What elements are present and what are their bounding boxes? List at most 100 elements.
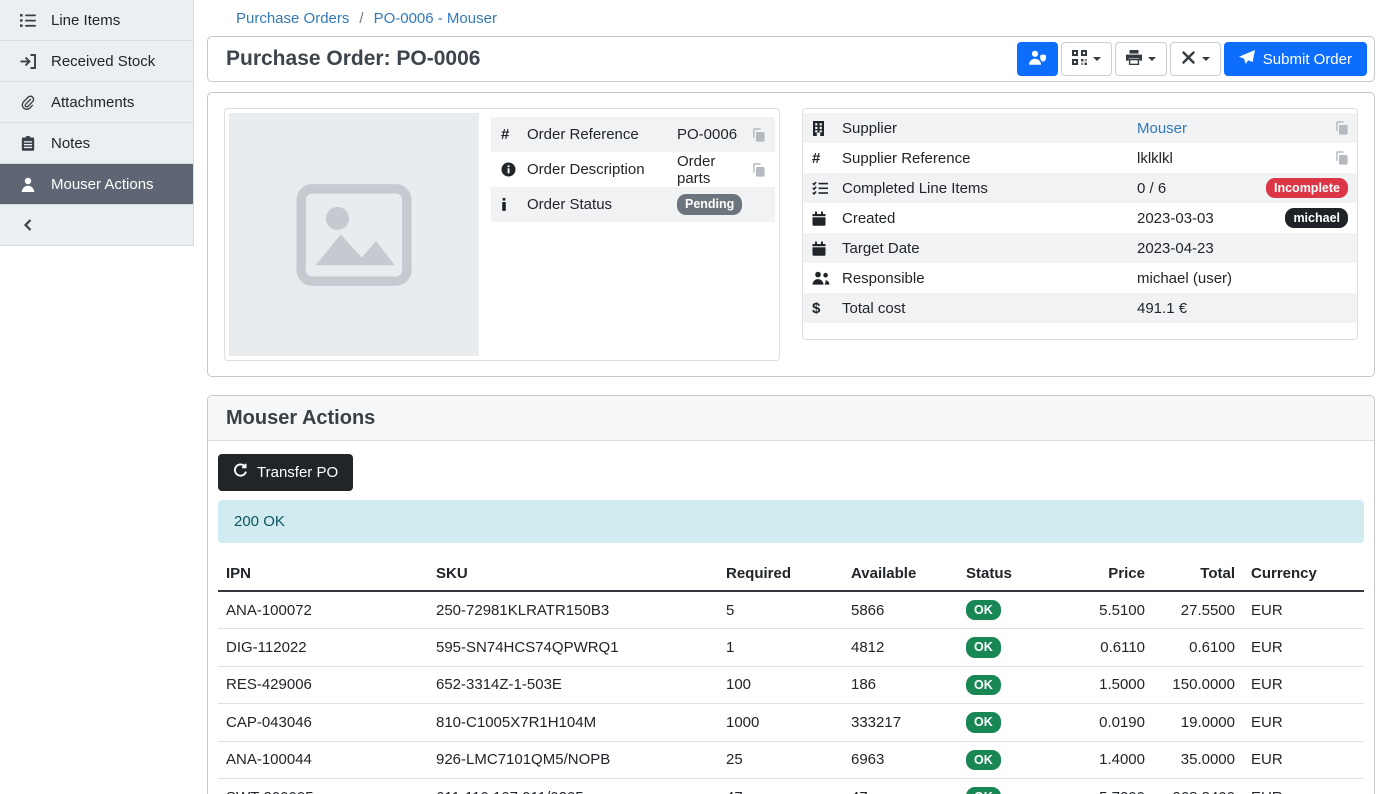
detail-label: Order Reference	[527, 126, 677, 143]
cell-sku: 810-C1005X7R1H104M	[428, 704, 718, 741]
page-title: Purchase Order: PO-0006	[226, 47, 1017, 71]
detail-row-target-date: Target Date 2023-04-23	[803, 233, 1357, 263]
cell-price: 0.6110	[1073, 629, 1153, 666]
panel-title: Mouser Actions	[226, 407, 375, 430]
column-header-available: Available	[843, 557, 958, 591]
printer-icon	[1126, 50, 1142, 69]
detail-label: Supplier Reference	[842, 150, 1137, 167]
calendar-icon	[812, 241, 833, 256]
caret-down-icon	[1202, 57, 1210, 61]
panel-body: Transfer PO 200 OK IPN SKU Required Avai…	[208, 441, 1374, 794]
detail-label: Created	[842, 210, 1137, 227]
breadcrumb-link-current-order[interactable]: PO-0006 - Mouser	[374, 10, 497, 27]
order-summary-card: # Order Reference PO-0006 Order Descript…	[224, 108, 780, 361]
ok-badge: OK	[966, 712, 1001, 732]
sidebar-item-line-items[interactable]: Line Items	[0, 0, 194, 41]
copy-button[interactable]	[1335, 151, 1348, 165]
cell-price: 1.4000	[1073, 741, 1153, 778]
users-icon	[812, 271, 833, 285]
list-icon	[19, 13, 37, 28]
sidebar-item-label: Attachments	[51, 94, 134, 111]
submit-order-button[interactable]: Submit Order	[1224, 42, 1367, 76]
chevron-left-icon	[19, 218, 37, 232]
cell-required: 47	[718, 778, 843, 794]
order-actions-dropdown[interactable]	[1170, 42, 1221, 76]
copy-button[interactable]	[752, 128, 765, 142]
detail-row-responsible: Responsible michael (user)	[803, 263, 1357, 293]
sidebar-item-attachments[interactable]: Attachments	[0, 82, 194, 123]
supplier-link[interactable]: Mouser	[1137, 120, 1187, 137]
user-shield-icon	[1028, 50, 1047, 69]
page-header-panel: Purchase Order: PO-0006	[207, 36, 1375, 82]
cell-total: 268.8400	[1153, 778, 1243, 794]
clipboard-icon	[19, 136, 37, 151]
order-image-placeholder[interactable]	[229, 113, 479, 356]
detail-label: Total cost	[842, 300, 1137, 317]
detail-value: michael (user)	[1137, 270, 1348, 287]
breadcrumb-separator: /	[359, 10, 363, 27]
main-content: Purchase Orders / PO-0006 - Mouser Purch…	[194, 0, 1383, 794]
sidebar-item-label: Notes	[51, 135, 90, 152]
cell-total: 35.0000	[1153, 741, 1243, 778]
table-header-row: IPN SKU Required Available Status Price …	[218, 557, 1364, 591]
sidebar-item-notes[interactable]: Notes	[0, 123, 194, 164]
cell-total: 27.5500	[1153, 591, 1243, 629]
calendar-icon	[812, 211, 833, 226]
detail-row-total-cost: $ Total cost 491.1 €	[803, 293, 1357, 323]
status-alert: 200 OK	[218, 500, 1364, 543]
breadcrumb-link-purchase-orders[interactable]: Purchase Orders	[236, 10, 349, 27]
detail-value: 2023-04-23	[1137, 240, 1348, 257]
barcode-actions-dropdown[interactable]	[1061, 42, 1112, 76]
info-circle-icon	[501, 162, 527, 177]
cell-total: 19.0000	[1153, 704, 1243, 741]
detail-value: 0 / 6	[1137, 180, 1266, 197]
sidebar-item-label: Received Stock	[51, 53, 155, 70]
caret-down-icon	[1148, 57, 1156, 61]
cell-ipn: SWT-200005	[218, 778, 428, 794]
sidebar-item-label: Line Items	[51, 12, 120, 29]
paperclip-icon	[19, 95, 37, 110]
sidebar-item-received-stock[interactable]: Received Stock	[0, 41, 194, 82]
sidebar-item-mouser-actions[interactable]: Mouser Actions	[0, 164, 194, 205]
cell-sku: 595-SN74HCS74QPWRQ1	[428, 629, 718, 666]
building-icon	[812, 121, 833, 136]
detail-row-order-description: Order Description Order parts	[491, 152, 775, 187]
cell-price: 0.0190	[1073, 704, 1153, 741]
sidebar: Line Items Received Stock Attachments No…	[0, 0, 194, 246]
copy-button[interactable]	[752, 163, 765, 177]
user-shield-button[interactable]	[1017, 42, 1058, 76]
detail-value: PO-0006	[677, 126, 752, 143]
detail-row-completed-line-items: Completed Line Items 0 / 6 Incomplete	[803, 173, 1357, 203]
sidebar-collapse-button[interactable]	[0, 205, 194, 246]
table-row: RES-429006 652-3314Z-1-503E 100 186 OK 1…	[218, 666, 1364, 703]
hash-icon: #	[812, 150, 833, 167]
detail-value: Pending	[677, 194, 765, 214]
hash-icon: #	[501, 126, 527, 143]
copy-button[interactable]	[1335, 121, 1348, 135]
print-actions-dropdown[interactable]	[1115, 42, 1167, 76]
sidebar-item-label: Mouser Actions	[51, 176, 154, 193]
sign-in-icon	[19, 54, 37, 69]
ok-badge: OK	[966, 637, 1001, 657]
cell-ipn: DIG-112022	[218, 629, 428, 666]
cell-sku: 926-LMC7101QM5/NOPB	[428, 741, 718, 778]
detail-value: 491.1 €	[1137, 300, 1348, 317]
cell-ipn: CAP-043046	[218, 704, 428, 741]
cell-available: 5866	[843, 591, 958, 629]
cell-status: OK	[958, 741, 1073, 778]
column-header-status: Status	[958, 557, 1073, 591]
caret-down-icon	[1093, 57, 1101, 61]
refresh-icon	[233, 463, 248, 482]
detail-value: Mouser	[1137, 120, 1335, 137]
ok-badge: OK	[966, 787, 1001, 794]
transfer-po-button[interactable]: Transfer PO	[218, 454, 353, 491]
order-info-card: Supplier Mouser # Supplier Reference lkl…	[802, 108, 1358, 340]
column-header-ipn: IPN	[218, 557, 428, 591]
cell-sku: 611-110.107.011/0205	[428, 778, 718, 794]
status-badge: Pending	[677, 194, 742, 214]
detail-label: Order Description	[527, 161, 677, 178]
copy-icon	[752, 163, 765, 177]
cell-required: 5	[718, 591, 843, 629]
table-row: SWT-200005 611-110.107.011/0205 47 47 OK…	[218, 778, 1364, 794]
detail-row-supplier: Supplier Mouser	[803, 113, 1357, 143]
